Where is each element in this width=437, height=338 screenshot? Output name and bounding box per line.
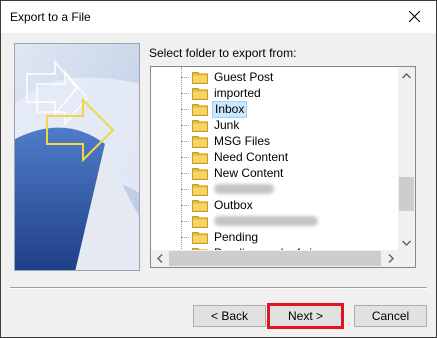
folder-item[interactable]: Need Content bbox=[181, 149, 290, 165]
folder-label: Junk bbox=[214, 117, 240, 132]
folder-icon bbox=[192, 215, 208, 228]
scroll-left-button[interactable] bbox=[151, 250, 168, 267]
folder-item[interactable] bbox=[181, 181, 274, 197]
close-icon bbox=[408, 10, 420, 22]
tree-branch-line bbox=[181, 108, 189, 110]
cancel-button[interactable]: Cancel bbox=[354, 305, 427, 327]
folder-item[interactable]: imported bbox=[181, 85, 263, 101]
tree-branch-line bbox=[181, 204, 189, 206]
folder-item[interactable]: New Content bbox=[181, 165, 285, 181]
folder-item[interactable]: Guest Post bbox=[181, 69, 275, 85]
folder-item[interactable]: MSG Files bbox=[181, 133, 272, 149]
chevron-right-icon bbox=[388, 254, 394, 263]
folder-tree[interactable]: Guest Post imported Inbox Junk MSG Files Need… bbox=[150, 66, 416, 268]
export-dialog: Export to a File Select folder to export… bbox=[0, 0, 437, 338]
folder-item[interactable]: Inbox bbox=[181, 100, 248, 118]
folder-icon bbox=[192, 135, 208, 148]
folder-icon bbox=[192, 119, 208, 132]
next-button-highlight bbox=[267, 303, 344, 329]
chevron-down-icon bbox=[402, 240, 411, 246]
folder-label: Outbox bbox=[214, 197, 253, 212]
redacted-folder-name bbox=[214, 184, 274, 194]
folder-icon bbox=[192, 103, 208, 116]
tree-branch-line bbox=[181, 140, 189, 142]
folder-item[interactable]: Junk bbox=[181, 117, 241, 133]
tree-branch-line bbox=[181, 156, 189, 158]
folder-label: New Content bbox=[214, 165, 284, 180]
folder-label: Guest Post bbox=[214, 69, 274, 84]
back-button[interactable]: < Back bbox=[193, 305, 266, 327]
folder-icon bbox=[192, 167, 208, 180]
tree-branch-line bbox=[181, 220, 189, 222]
folder-label: MSG Files bbox=[214, 133, 271, 148]
tree-branch-line bbox=[181, 76, 189, 78]
title-bar: Export to a File bbox=[1, 1, 436, 33]
separator bbox=[10, 287, 427, 289]
chevron-up-icon bbox=[402, 72, 411, 78]
vertical-scroll-thumb[interactable] bbox=[399, 177, 414, 211]
folder-icon bbox=[192, 87, 208, 100]
vertical-scrollbar[interactable] bbox=[398, 67, 415, 251]
horizontal-scroll-thumb[interactable] bbox=[169, 251, 381, 266]
folder-label: Need Content bbox=[214, 149, 289, 164]
folder-tree-viewport: Guest Post imported Inbox Junk MSG Files Need… bbox=[151, 67, 399, 251]
chevron-left-icon bbox=[156, 254, 162, 263]
folder-prompt: Select folder to export from: bbox=[149, 46, 297, 60]
folder-icon bbox=[192, 199, 208, 212]
folder-item[interactable]: Outbox bbox=[181, 197, 255, 213]
folder-icon bbox=[192, 151, 208, 164]
horizontal-scrollbar[interactable] bbox=[151, 250, 399, 267]
scroll-right-button[interactable] bbox=[382, 250, 399, 267]
folder-icon bbox=[192, 183, 208, 196]
folder-label: imported bbox=[214, 85, 261, 100]
tree-branch-line bbox=[181, 188, 189, 190]
tree-branch-line bbox=[181, 236, 189, 238]
folder-icon bbox=[192, 231, 208, 244]
scrollbar-corner bbox=[398, 250, 415, 267]
tree-branch-line bbox=[181, 92, 189, 94]
tree-branch-line bbox=[181, 124, 189, 126]
tree-branch-line bbox=[181, 172, 189, 174]
folder-icon bbox=[192, 71, 208, 84]
dialog-title: Export to a File bbox=[10, 10, 91, 24]
wizard-illustration bbox=[14, 43, 140, 271]
folder-label: Pending bbox=[214, 229, 259, 244]
scroll-down-button[interactable] bbox=[398, 234, 415, 251]
redacted-folder-name bbox=[214, 216, 318, 226]
folder-item[interactable]: Pending bbox=[181, 229, 260, 245]
folder-item[interactable] bbox=[181, 213, 318, 229]
close-button[interactable] bbox=[392, 1, 436, 31]
folder-label: Inbox bbox=[212, 100, 248, 118]
scroll-up-button[interactable] bbox=[398, 67, 415, 84]
